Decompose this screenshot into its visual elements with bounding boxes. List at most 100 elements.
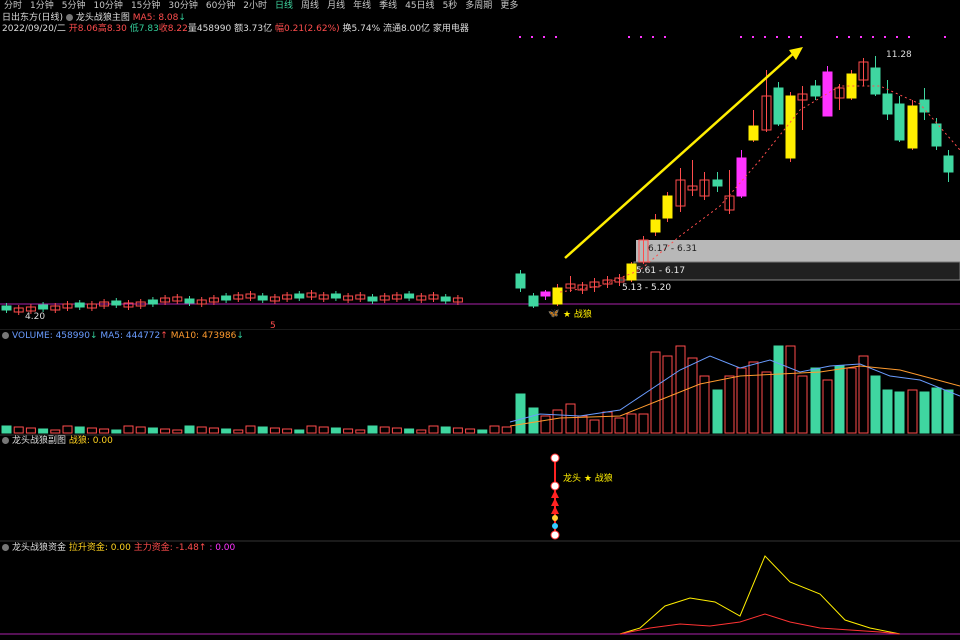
trend-arrow	[564, 51, 796, 259]
zhanlang-label: ★ 战狼	[563, 310, 592, 320]
volume-bar	[602, 411, 613, 434]
candle-body	[440, 296, 451, 302]
volume-bar	[858, 355, 869, 434]
volume-bar	[282, 428, 293, 434]
sub-annotation: 龙头 ★ 战狼	[563, 474, 613, 484]
candle-body	[773, 87, 784, 125]
marker-dot	[628, 36, 630, 38]
marker-dot	[640, 36, 642, 38]
volume-bar	[367, 425, 378, 434]
volume-bar	[294, 429, 305, 434]
volume-bar	[810, 367, 821, 434]
volume-bar	[233, 429, 244, 434]
volume-bar	[748, 361, 759, 434]
marker-dot	[555, 36, 557, 38]
marker-dot	[752, 36, 754, 38]
volume-bar	[528, 407, 539, 434]
volume-bar	[638, 413, 649, 434]
candle-body	[943, 155, 954, 173]
signal-arrow	[551, 506, 559, 514]
marker-dot	[896, 36, 898, 38]
volume-bar	[797, 375, 808, 434]
marker-dot	[836, 36, 838, 38]
marker-dot	[944, 36, 946, 38]
fund-chart[interactable]	[0, 542, 960, 640]
sub-indicator-chart[interactable]	[0, 436, 960, 542]
candle-body	[785, 95, 796, 159]
volume-bar	[111, 429, 122, 434]
volume-bar	[257, 426, 268, 434]
volume-bar	[552, 409, 563, 434]
low-price-label: 4.20	[25, 312, 46, 322]
candle-body	[626, 263, 637, 281]
volume-bar	[943, 389, 954, 434]
volume-bar	[931, 387, 942, 434]
marker-dot	[872, 36, 874, 38]
signal-dot	[550, 530, 560, 540]
marker-dot	[543, 36, 545, 38]
volume-bar	[269, 427, 280, 434]
marker-dot	[848, 36, 850, 38]
volume-bar	[736, 367, 747, 434]
lift-fund-line	[619, 555, 901, 635]
volume-bar	[846, 367, 857, 434]
signal-dot	[550, 453, 560, 463]
candle-body	[147, 299, 158, 305]
volume-bar	[894, 391, 905, 434]
volume-bar	[147, 427, 158, 434]
volume-bar	[355, 429, 366, 434]
candle-body	[528, 295, 539, 307]
range-label-3: 5.13 - 5.20	[622, 283, 672, 293]
volume-bar	[515, 393, 526, 434]
range-label-1: 6.17 - 6.31	[648, 244, 698, 254]
marker-dot	[652, 36, 654, 38]
volume-bar	[123, 425, 134, 434]
candle-body	[552, 287, 563, 305]
volume-bar	[306, 425, 317, 434]
candle-body	[294, 293, 305, 299]
volume-bar	[724, 375, 735, 434]
candle-body	[111, 300, 122, 306]
volume-chart[interactable]	[0, 330, 960, 436]
butterfly-icon: 🦋	[548, 309, 560, 319]
candle-body	[367, 296, 378, 302]
marker-dot	[908, 36, 910, 38]
volume-bar	[761, 371, 772, 434]
volume-bar	[245, 425, 256, 434]
volume-bar	[489, 425, 500, 434]
candle-body	[894, 103, 905, 141]
candle-body	[74, 302, 85, 308]
marker-dot	[531, 36, 533, 38]
signal-arrow	[551, 498, 559, 506]
candle-body	[257, 295, 268, 301]
volume-bar	[785, 345, 796, 434]
volume-bar	[834, 365, 845, 434]
volume-bar	[675, 345, 686, 434]
signal-arrow	[551, 490, 559, 498]
candle-body	[1, 305, 12, 311]
volume-bar	[428, 425, 439, 434]
volume-bar	[870, 375, 881, 434]
candle-body	[515, 273, 526, 289]
volume-bar	[62, 425, 73, 434]
volume-bar	[477, 429, 488, 434]
volume-bar	[99, 428, 110, 434]
candle-body	[184, 298, 195, 304]
candle-body	[822, 71, 833, 117]
volume-bar	[379, 426, 390, 434]
volume-bar	[501, 426, 512, 434]
marker-dot	[788, 36, 790, 38]
volume-bar	[1, 425, 12, 434]
main-kline-chart[interactable]	[0, 0, 960, 330]
candle-body	[540, 291, 551, 297]
marker-dot	[884, 36, 886, 38]
volume-bar	[343, 428, 354, 434]
candle-body	[404, 293, 415, 299]
candle-body	[870, 67, 881, 95]
marker-dot	[764, 36, 766, 38]
volume-bar	[919, 391, 930, 434]
volume-bar	[712, 389, 723, 434]
volume-bar	[614, 417, 625, 434]
volume-bar	[221, 428, 232, 434]
candle-body	[882, 93, 893, 115]
